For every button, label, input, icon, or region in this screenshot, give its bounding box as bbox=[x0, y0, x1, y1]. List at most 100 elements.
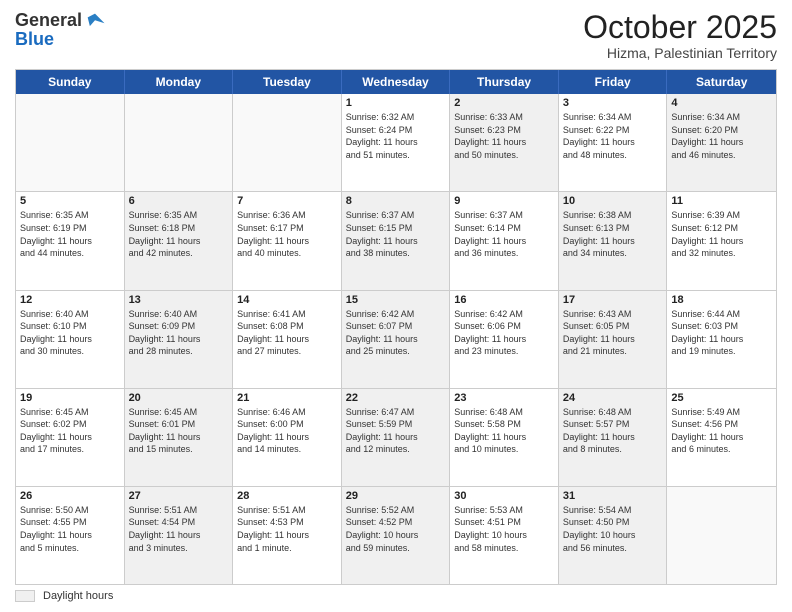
calendar-row-2: 5 Sunrise: 6:35 AM Sunset: 6:19 PM Daylig… bbox=[16, 192, 776, 290]
logo-bird-icon bbox=[84, 10, 106, 32]
day-number: 8 bbox=[346, 195, 446, 207]
calendar-weekday-sunday: Sunday bbox=[16, 70, 125, 94]
day-info: Sunrise: 6:48 AM Sunset: 5:57 PM Dayligh… bbox=[563, 406, 663, 456]
day-number: 26 bbox=[20, 490, 120, 502]
day-number: 21 bbox=[237, 392, 337, 404]
day-number: 2 bbox=[454, 97, 554, 109]
day-number: 27 bbox=[129, 490, 229, 502]
calendar-body: 1Sunrise: 6:32 AM Sunset: 6:24 PM Daylig… bbox=[16, 94, 776, 584]
calendar-day-21: 21 Sunrise: 6:46 AM Sunset: 6:00 PM Dayli… bbox=[233, 389, 342, 486]
calendar-day-29: 29Sunrise: 5:52 AM Sunset: 4:52 PM Dayli… bbox=[342, 487, 451, 584]
day-number: 12 bbox=[20, 294, 120, 306]
day-number: 23 bbox=[454, 392, 554, 404]
calendar-day-27: 27 Sunrise: 5:51 AM Sunset: 4:54 PM Dayli… bbox=[125, 487, 234, 584]
day-info: Sunrise: 6:39 AM Sunset: 6:12 PM Dayligh… bbox=[671, 209, 772, 259]
calendar-weekday-monday: Monday bbox=[125, 70, 234, 94]
calendar-weekday-thursday: Thursday bbox=[450, 70, 559, 94]
day-info: Sunrise: 6:45 AM Sunset: 6:02 PM Dayligh… bbox=[20, 406, 120, 456]
day-info: Sunrise: 5:52 AM Sunset: 4:52 PM Dayligh… bbox=[346, 504, 446, 554]
calendar-day-30: 30 Sunrise: 5:53 AM Sunset: 4:51 PM Dayli… bbox=[450, 487, 559, 584]
day-number: 24 bbox=[563, 392, 663, 404]
day-number: 6 bbox=[129, 195, 229, 207]
day-number: 3 bbox=[563, 97, 663, 109]
calendar-day-22: 22Sunrise: 6:47 AM Sunset: 5:59 PM Dayli… bbox=[342, 389, 451, 486]
calendar-day-14: 14 Sunrise: 6:41 AM Sunset: 6:08 PM Dayli… bbox=[233, 291, 342, 388]
header: General Blue October 2025 Hizma, Palesti… bbox=[15, 10, 777, 61]
calendar-day-20: 20Sunrise: 6:45 AM Sunset: 6:01 PM Dayli… bbox=[125, 389, 234, 486]
day-number: 7 bbox=[237, 195, 337, 207]
calendar-day-10: 10Sunrise: 6:38 AM Sunset: 6:13 PM Dayli… bbox=[559, 192, 668, 289]
calendar-day-17: 17Sunrise: 6:43 AM Sunset: 6:05 PM Dayli… bbox=[559, 291, 668, 388]
calendar-day-18: 18 Sunrise: 6:44 AM Sunset: 6:03 PM Dayli… bbox=[667, 291, 776, 388]
calendar-day-15: 15 Sunrise: 6:42 AM Sunset: 6:07 PM Dayli… bbox=[342, 291, 451, 388]
day-number: 16 bbox=[454, 294, 554, 306]
location: Hizma, Palestinian Territory bbox=[583, 45, 777, 61]
calendar-day-25: 25Sunrise: 5:49 AM Sunset: 4:56 PM Dayli… bbox=[667, 389, 776, 486]
day-number: 10 bbox=[563, 195, 663, 207]
calendar-day-8: 8 Sunrise: 6:37 AM Sunset: 6:15 PM Daylig… bbox=[342, 192, 451, 289]
day-info: Sunrise: 5:49 AM Sunset: 4:56 PM Dayligh… bbox=[671, 406, 772, 456]
day-info: Sunrise: 6:37 AM Sunset: 6:15 PM Dayligh… bbox=[346, 209, 446, 259]
day-info: Sunrise: 6:34 AM Sunset: 6:20 PM Dayligh… bbox=[671, 111, 772, 161]
calendar-day-31: 31Sunrise: 5:54 AM Sunset: 4:50 PM Dayli… bbox=[559, 487, 668, 584]
calendar: SundayMondayTuesdayWednesdayThursdayFrid… bbox=[15, 69, 777, 585]
calendar-day-4: 4 Sunrise: 6:34 AM Sunset: 6:20 PM Daylig… bbox=[667, 94, 776, 191]
day-info: Sunrise: 6:34 AM Sunset: 6:22 PM Dayligh… bbox=[563, 111, 663, 161]
day-info: Sunrise: 6:42 AM Sunset: 6:07 PM Dayligh… bbox=[346, 308, 446, 358]
calendar-weekday-tuesday: Tuesday bbox=[233, 70, 342, 94]
day-info: Sunrise: 6:32 AM Sunset: 6:24 PM Dayligh… bbox=[346, 111, 446, 161]
calendar-day-9: 9Sunrise: 6:37 AM Sunset: 6:14 PM Daylig… bbox=[450, 192, 559, 289]
calendar-day-19: 19Sunrise: 6:45 AM Sunset: 6:02 PM Dayli… bbox=[16, 389, 125, 486]
header-right: October 2025 Hizma, Palestinian Territor… bbox=[583, 10, 777, 61]
day-info: Sunrise: 6:35 AM Sunset: 6:18 PM Dayligh… bbox=[129, 209, 229, 259]
logo-general-text: General bbox=[15, 11, 82, 31]
logo-blue-text: Blue bbox=[15, 30, 106, 50]
day-info: Sunrise: 5:53 AM Sunset: 4:51 PM Dayligh… bbox=[454, 504, 554, 554]
day-number: 5 bbox=[20, 195, 120, 207]
calendar-weekday-saturday: Saturday bbox=[667, 70, 776, 94]
day-info: Sunrise: 6:47 AM Sunset: 5:59 PM Dayligh… bbox=[346, 406, 446, 456]
day-info: Sunrise: 6:44 AM Sunset: 6:03 PM Dayligh… bbox=[671, 308, 772, 358]
day-number: 18 bbox=[671, 294, 772, 306]
day-info: Sunrise: 5:51 AM Sunset: 4:54 PM Dayligh… bbox=[129, 504, 229, 554]
calendar-day-7: 7 Sunrise: 6:36 AM Sunset: 6:17 PM Daylig… bbox=[233, 192, 342, 289]
logo: General Blue bbox=[15, 10, 106, 50]
calendar-weekday-wednesday: Wednesday bbox=[342, 70, 451, 94]
day-info: Sunrise: 6:40 AM Sunset: 6:10 PM Dayligh… bbox=[20, 308, 120, 358]
calendar-day-1: 1Sunrise: 6:32 AM Sunset: 6:24 PM Daylig… bbox=[342, 94, 451, 191]
calendar-day-2: 2Sunrise: 6:33 AM Sunset: 6:23 PM Daylig… bbox=[450, 94, 559, 191]
day-info: Sunrise: 6:46 AM Sunset: 6:00 PM Dayligh… bbox=[237, 406, 337, 456]
day-number: 11 bbox=[671, 195, 772, 207]
day-info: Sunrise: 5:51 AM Sunset: 4:53 PM Dayligh… bbox=[237, 504, 337, 554]
day-info: Sunrise: 6:35 AM Sunset: 6:19 PM Dayligh… bbox=[20, 209, 120, 259]
day-info: Sunrise: 6:43 AM Sunset: 6:05 PM Dayligh… bbox=[563, 308, 663, 358]
day-info: Sunrise: 6:41 AM Sunset: 6:08 PM Dayligh… bbox=[237, 308, 337, 358]
calendar-empty-cell bbox=[16, 94, 125, 191]
calendar-day-5: 5 Sunrise: 6:35 AM Sunset: 6:19 PM Daylig… bbox=[16, 192, 125, 289]
day-number: 15 bbox=[346, 294, 446, 306]
day-number: 14 bbox=[237, 294, 337, 306]
calendar-weekday-friday: Friday bbox=[559, 70, 668, 94]
month-title: October 2025 bbox=[583, 10, 777, 45]
calendar-day-24: 24 Sunrise: 6:48 AM Sunset: 5:57 PM Dayli… bbox=[559, 389, 668, 486]
calendar-row-4: 19Sunrise: 6:45 AM Sunset: 6:02 PM Dayli… bbox=[16, 389, 776, 487]
day-number: 13 bbox=[129, 294, 229, 306]
day-info: Sunrise: 6:36 AM Sunset: 6:17 PM Dayligh… bbox=[237, 209, 337, 259]
day-info: Sunrise: 6:48 AM Sunset: 5:58 PM Dayligh… bbox=[454, 406, 554, 456]
calendar-row-3: 12 Sunrise: 6:40 AM Sunset: 6:10 PM Dayli… bbox=[16, 291, 776, 389]
day-info: Sunrise: 6:37 AM Sunset: 6:14 PM Dayligh… bbox=[454, 209, 554, 259]
day-number: 30 bbox=[454, 490, 554, 502]
calendar-day-6: 6 Sunrise: 6:35 AM Sunset: 6:18 PM Daylig… bbox=[125, 192, 234, 289]
calendar-day-23: 23 Sunrise: 6:48 AM Sunset: 5:58 PM Dayli… bbox=[450, 389, 559, 486]
page: General Blue October 2025 Hizma, Palesti… bbox=[0, 0, 792, 612]
calendar-day-26: 26Sunrise: 5:50 AM Sunset: 4:55 PM Dayli… bbox=[16, 487, 125, 584]
calendar-row-1: 1Sunrise: 6:32 AM Sunset: 6:24 PM Daylig… bbox=[16, 94, 776, 192]
day-number: 4 bbox=[671, 97, 772, 109]
legend: Daylight hours bbox=[15, 590, 777, 602]
calendar-empty-cell bbox=[667, 487, 776, 584]
calendar-day-16: 16Sunrise: 6:42 AM Sunset: 6:06 PM Dayli… bbox=[450, 291, 559, 388]
day-info: Sunrise: 5:54 AM Sunset: 4:50 PM Dayligh… bbox=[563, 504, 663, 554]
calendar-header: SundayMondayTuesdayWednesdayThursdayFrid… bbox=[16, 70, 776, 94]
day-info: Sunrise: 6:40 AM Sunset: 6:09 PM Dayligh… bbox=[129, 308, 229, 358]
calendar-day-28: 28Sunrise: 5:51 AM Sunset: 4:53 PM Dayli… bbox=[233, 487, 342, 584]
